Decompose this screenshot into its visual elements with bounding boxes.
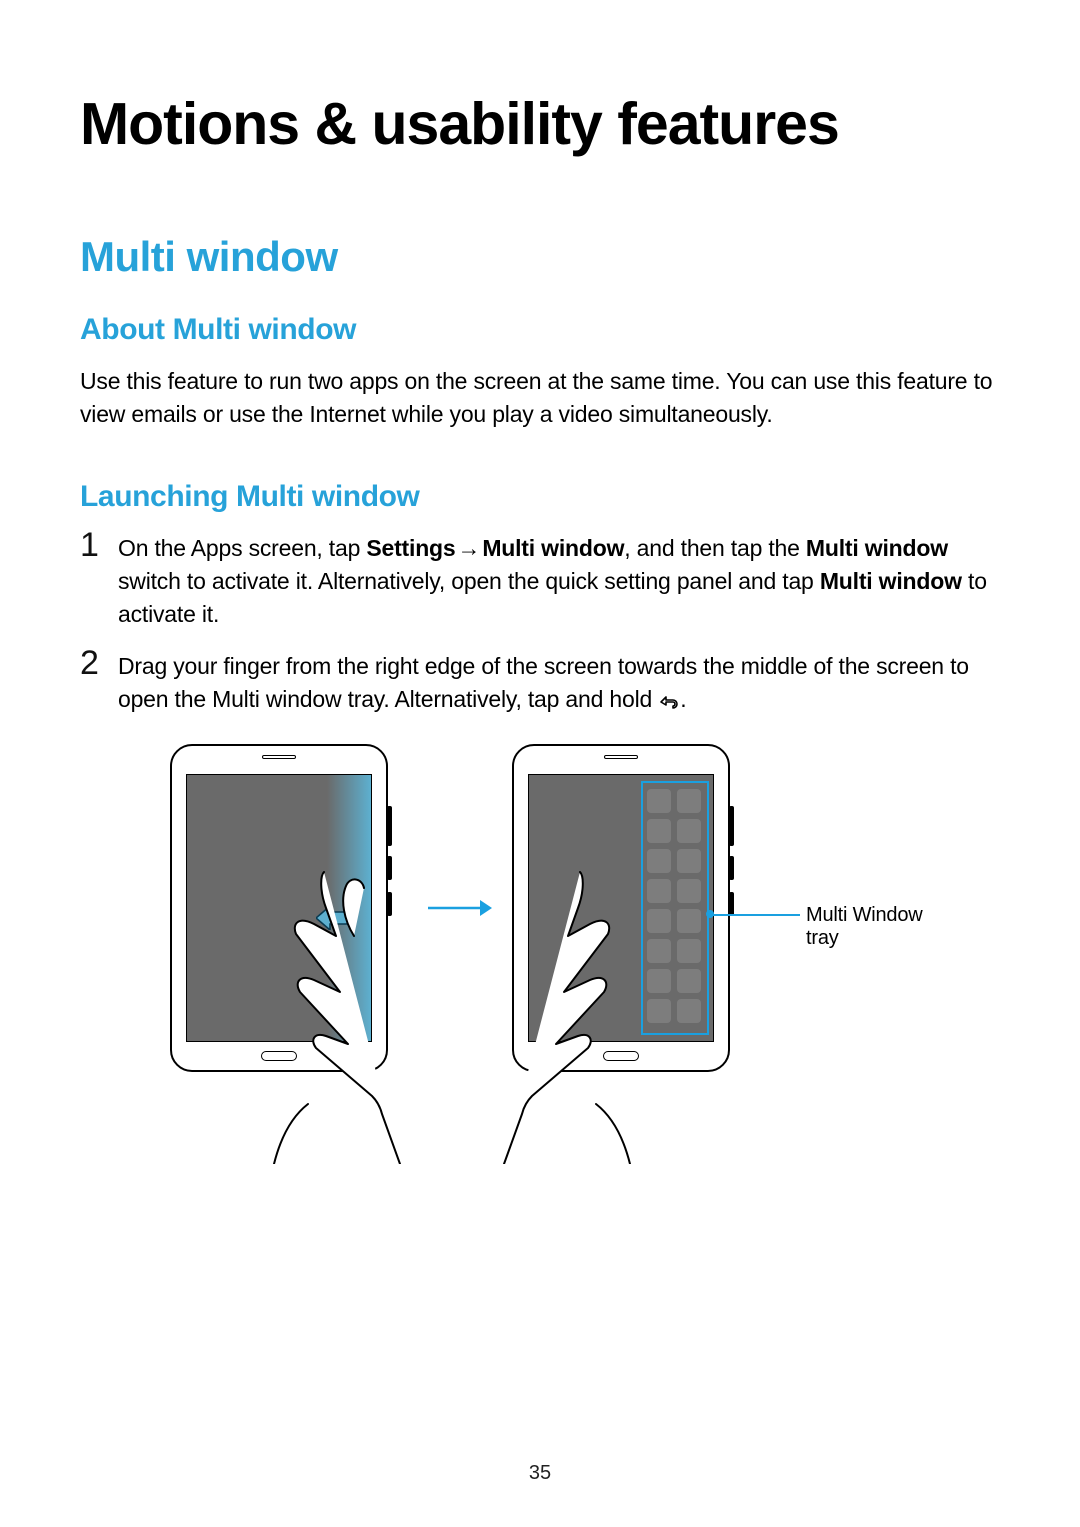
step-2-text: Drag your finger from the right edge of … xyxy=(118,650,1000,717)
swipe-left-arrow-icon xyxy=(316,906,352,935)
device-right-screen xyxy=(528,774,714,1042)
step-1: 1 On the Apps screen, tap Settings → Mul… xyxy=(80,532,1000,632)
right-arrow-icon xyxy=(428,898,492,923)
page-number: 35 xyxy=(0,1462,1080,1485)
device-right xyxy=(512,744,730,1072)
about-body-text: Use this feature to run two apps on the … xyxy=(80,365,1000,432)
step-1-text: On the Apps screen, tap Settings → Multi… xyxy=(118,532,1000,632)
section-heading-multi-window: Multi window xyxy=(80,233,1000,281)
multi-window-tray xyxy=(641,781,709,1035)
subsection-launching-heading: Launching Multi window xyxy=(80,480,1000,514)
callout-label: Multi Window tray xyxy=(806,904,950,950)
device-left xyxy=(170,744,388,1072)
back-icon xyxy=(658,686,680,704)
step-1-number: 1 xyxy=(80,528,118,562)
page-title: Motions & usability features xyxy=(80,90,1000,158)
illustration: Multi Window tray xyxy=(80,744,1000,1164)
step-2-number: 2 xyxy=(80,646,118,680)
callout-line xyxy=(710,914,800,916)
subsection-about-heading: About Multi window xyxy=(80,313,1000,347)
step-2: 2 Drag your finger from the right edge o… xyxy=(80,650,1000,717)
